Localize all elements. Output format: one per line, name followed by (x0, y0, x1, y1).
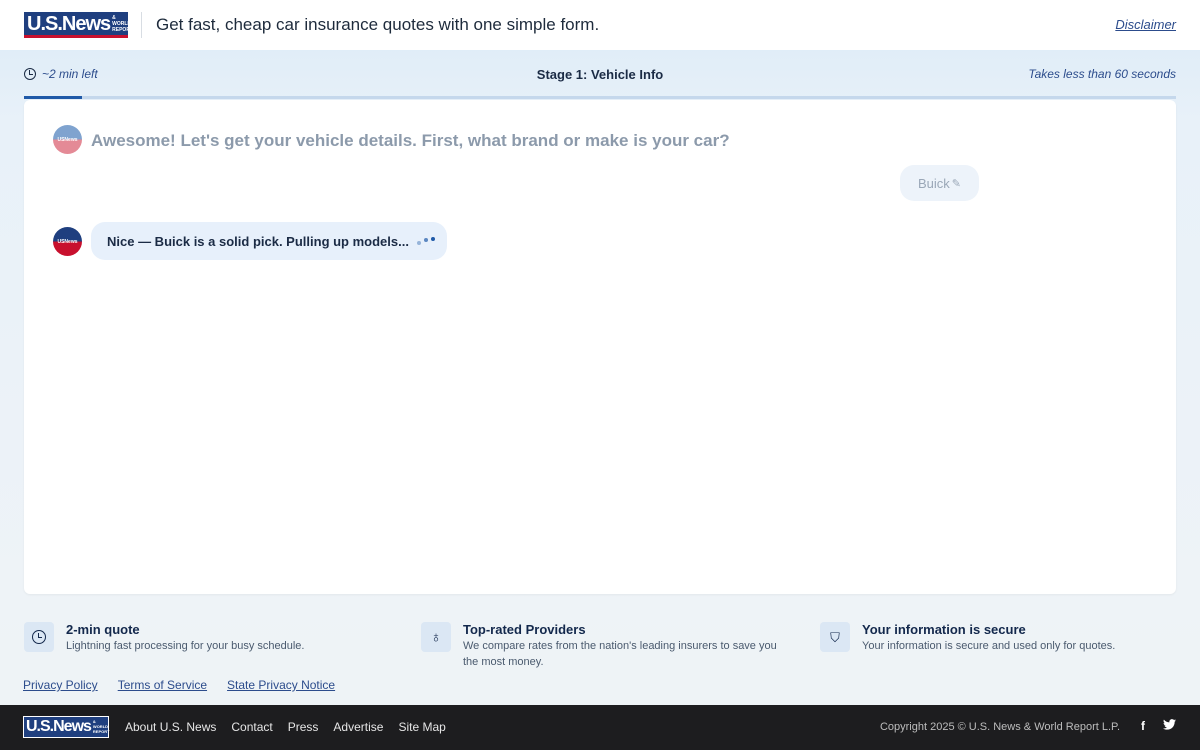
footer-link-about[interactable]: About U.S. News (125, 720, 216, 734)
feature-title: Top-rated Providers (463, 622, 586, 637)
footer-link-press[interactable]: Press (288, 720, 319, 734)
privacy-policy-link[interactable]: Privacy Policy (23, 678, 98, 692)
footer-nav: About U.S. News Contact Press Advertise … (125, 720, 446, 734)
avatar-text: USNews (57, 136, 78, 143)
user-answer-text: Buick (917, 175, 950, 191)
bot-question: Awesome! Let's get your vehicle details.… (91, 131, 730, 150)
feature-desc: Your information is secure and used only… (862, 640, 1116, 652)
pencil-icon[interactable]: ✎ (952, 177, 961, 190)
award-ribbon-icon: ♁ (430, 628, 442, 646)
feature-title: Your information is secure (862, 622, 1026, 637)
logo-subtext: & WORLD REPORT (112, 15, 133, 33)
copyright-text: Copyright 2025 © U.S. News & World Repor… (879, 721, 1120, 733)
progress-bar: ~2 min left Stage 1: Vehicle Info Takes … (24, 50, 1176, 100)
typing-indicator-icon (416, 237, 435, 245)
avatar-text: USNews (57, 238, 78, 245)
logo-subtext: & WORLD REPORT (92, 719, 110, 734)
chat-panel: USNews Awesome! Let's get your vehicle d… (24, 100, 1176, 594)
bot-avatar: USNews (53, 227, 82, 256)
footer-link-advertise[interactable]: Advertise (333, 720, 383, 734)
shield-check-icon: ⛉ (830, 629, 840, 645)
footer-link-contact[interactable]: Contact (231, 720, 272, 734)
feature-quick-quote: 2-min quote Lightning fast processing fo… (24, 622, 384, 654)
feature-secure: ⛉ Your information is secure Your inform… (820, 622, 1170, 654)
header-tagline: Get fast, cheap car insurance quotes wit… (156, 15, 600, 34)
feature-icon-box: ♁ (421, 622, 451, 652)
disclaimer-link[interactable]: Disclaimer (1115, 17, 1176, 32)
facebook-icon[interactable]: f (1141, 719, 1145, 733)
twitter-icon[interactable] (1163, 719, 1176, 733)
feature-title: 2-min quote (66, 622, 140, 637)
site-header: U.S.News & WORLD REPORT Get fast, cheap … (0, 0, 1200, 50)
takes-less-text: Takes less than 60 seconds (1028, 67, 1176, 81)
bot-reply-bubble: Nice — Buick is a solid pick. Pulling up… (91, 222, 447, 260)
twitter-bird-icon (1163, 719, 1176, 730)
legal-links: Privacy Policy Terms of Service State Pr… (23, 678, 335, 692)
header-divider (141, 12, 142, 38)
bot-reply-text: Nice — Buick is a solid pick. Pulling up… (107, 233, 409, 249)
site-footer: U.S.News & WORLD REPORT About U.S. News … (0, 705, 1200, 750)
feature-icon-box (24, 622, 54, 652)
stage-title: Stage 1: Vehicle Info (536, 67, 664, 82)
logo-text: U.S.News (26, 718, 92, 735)
feature-top-providers: ♁ Top-rated Providers We compare rates f… (421, 622, 791, 670)
social-links: f (1141, 719, 1176, 733)
logo-text: U.S.News (27, 12, 111, 35)
feature-desc: Lightning fast processing for your busy … (66, 640, 305, 652)
feature-icon-box: ⛉ (820, 622, 850, 652)
footer-logo[interactable]: U.S.News & WORLD REPORT (23, 716, 110, 738)
user-answer-bubble[interactable]: Buick ✎ (900, 165, 979, 201)
clock-icon (32, 630, 46, 644)
bot-avatar: USNews (53, 125, 82, 154)
terms-of-service-link[interactable]: Terms of Service (118, 678, 207, 692)
feature-desc: We compare rates from the nation's leadi… (463, 640, 777, 668)
usnews-logo[interactable]: U.S.News & WORLD REPORT (24, 12, 133, 38)
state-privacy-notice-link[interactable]: State Privacy Notice (227, 678, 335, 692)
progress-fill (24, 96, 82, 99)
footer-link-sitemap[interactable]: Site Map (398, 720, 445, 734)
progress-track (24, 96, 1176, 99)
